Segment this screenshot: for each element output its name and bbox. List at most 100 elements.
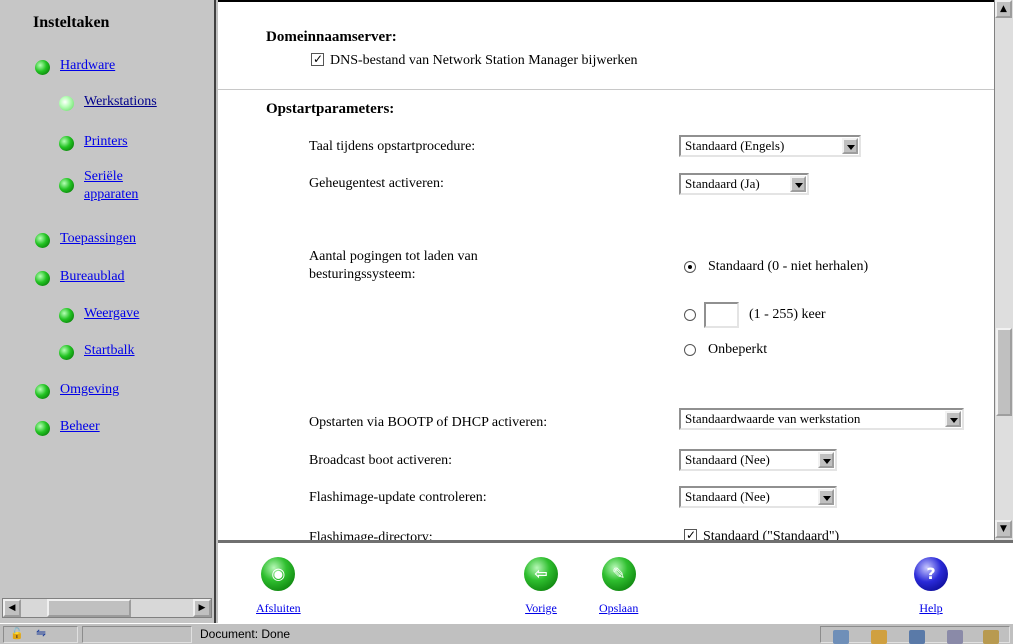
retries-option-unlimited[interactable]: Onbeperkt: [684, 342, 767, 358]
sidebar-link-toepassingen[interactable]: Toepassingen: [60, 230, 136, 248]
previous-link[interactable]: Vorige: [525, 601, 557, 616]
scrollbar-thumb[interactable]: [47, 599, 131, 617]
sidebar-item-toepassingen[interactable]: Toepassingen: [35, 230, 136, 248]
link-line-1: Seriële: [84, 169, 123, 184]
green-bullet-icon: [35, 271, 50, 286]
language-select-value: Standaard (Engels): [685, 138, 785, 153]
close-link[interactable]: Afsluiten: [256, 601, 301, 616]
composer-icon[interactable]: [947, 630, 963, 644]
sidebar-link-bureaublad[interactable]: Bureaublad: [60, 268, 125, 286]
sidebar-link-beheer[interactable]: Beheer: [60, 418, 100, 436]
green-bullet-icon: [35, 60, 50, 75]
language-label: Taal tijdens opstartprocedure:: [309, 139, 476, 154]
sidebar-link-seriele-apparaten[interactable]: Seriële apparaten: [84, 168, 138, 204]
sidebar-item-hardware[interactable]: Hardware: [35, 57, 115, 75]
boot-heading: Opstartparameters:: [266, 101, 395, 117]
radio-icon[interactable]: [684, 309, 696, 321]
sidebar-item-startbalk[interactable]: Startbalk: [59, 342, 135, 360]
memtest-select-value: Standaard (Ja): [685, 176, 760, 191]
status-bar: 🔓 ⇋ Document: Done: [0, 623, 1013, 644]
sidebar-link-startbalk[interactable]: Startbalk: [84, 342, 135, 360]
back-arrow-icon[interactable]: ⇦: [524, 557, 558, 591]
help-action[interactable]: ? Help: [914, 557, 948, 616]
broadcast-select-value: Standaard (Nee): [685, 452, 770, 467]
bootp-select-value: Standaardwaarde van werkstation: [685, 411, 861, 426]
retries-option-default[interactable]: Standaard (0 - niet herhalen): [684, 259, 868, 275]
retries-label: Aantal pogingen tot laden van besturings…: [309, 248, 478, 284]
flash-select[interactable]: Standaard (Nee): [679, 486, 837, 508]
sidebar-link-weergave[interactable]: Weergave: [84, 305, 139, 323]
active-bullet-icon: [59, 96, 74, 111]
sidebar-item-omgeving[interactable]: Omgeving: [35, 381, 119, 399]
scroll-right-button[interactable]: ▶: [193, 599, 211, 617]
chevron-down-icon[interactable]: [945, 411, 961, 427]
retries-option-range-label: (1 - 255) keer: [749, 307, 826, 322]
green-bullet-icon: [35, 421, 50, 436]
scroll-up-button[interactable]: ▲: [995, 0, 1012, 18]
retries-option-default-label: Standaard (0 - niet herhalen): [708, 259, 869, 274]
sidebar-link-werkstations[interactable]: Werkstations: [84, 93, 157, 111]
discussion-icon[interactable]: [909, 630, 925, 644]
lock-icon: 🔓: [10, 628, 24, 640]
link-line-2: apparaten: [84, 187, 139, 202]
retries-option-range[interactable]: (1 - 255) keer: [684, 302, 826, 328]
sidebar-item-seriele-apparaten[interactable]: Seriële apparaten: [59, 168, 138, 204]
sidebar-horizontal-scrollbar[interactable]: ◀ ▶: [2, 598, 212, 618]
chevron-down-icon[interactable]: [818, 489, 834, 505]
settings-frame: Domeinnaamserver: DNS-bestand van Networ…: [218, 0, 994, 540]
status-text: Document: Done: [200, 627, 291, 641]
retries-label-line-2: besturingssysteem:: [309, 267, 416, 282]
sidebar-link-omgeving[interactable]: Omgeving: [60, 381, 119, 399]
mail-icon[interactable]: [871, 630, 887, 644]
main-vertical-scrollbar[interactable]: ▲ ▼: [994, 0, 1013, 540]
dns-checkbox-row[interactable]: DNS-bestand van Network Station Manager …: [311, 50, 638, 70]
scroll-left-button[interactable]: ◀: [3, 599, 21, 617]
sidebar-link-printers[interactable]: Printers: [84, 133, 128, 151]
scrollbar-thumb[interactable]: [996, 328, 1012, 416]
save-icon[interactable]: ✎: [601, 557, 636, 591]
retries-count-input[interactable]: [704, 302, 739, 328]
sidebar-item-weergave[interactable]: Weergave: [59, 305, 139, 323]
flash-select-value: Standaard (Nee): [685, 489, 770, 504]
flashdir-checkbox[interactable]: [684, 526, 697, 540]
sidebar-link-hardware[interactable]: Hardware: [60, 57, 115, 75]
sidebar-item-bureaublad[interactable]: Bureaublad: [35, 268, 125, 286]
radio-icon[interactable]: [684, 344, 696, 356]
previous-action[interactable]: ⇦ Vorige: [524, 557, 558, 616]
broadcast-label: Broadcast boot activeren:: [309, 453, 453, 468]
bootp-label: Opstarten via BOOTP of DHCP activeren:: [309, 415, 548, 430]
sidebar-item-printers[interactable]: Printers: [59, 133, 128, 151]
flashdir-checkbox-row[interactable]: Standaard ("Standaard"): [684, 526, 840, 540]
chevron-down-icon[interactable]: [842, 138, 858, 154]
sidebar-item-werkstations[interactable]: Werkstations: [59, 93, 157, 111]
close-icon[interactable]: ◉: [261, 557, 296, 591]
green-bullet-icon: [35, 384, 50, 399]
dns-update-checkbox[interactable]: [311, 50, 324, 68]
sidebar-item-beheer[interactable]: Beheer: [35, 418, 100, 436]
navigator-icon[interactable]: [833, 630, 849, 644]
retries-label-line-1: Aantal pogingen tot laden van: [309, 249, 478, 264]
bootp-select[interactable]: Standaardwaarde van werkstation: [679, 408, 964, 430]
chevron-down-icon[interactable]: [790, 176, 806, 192]
task-sidebar: Insteltaken Hardware Werkstations Printe…: [0, 0, 216, 623]
language-select[interactable]: Standaard (Engels): [679, 135, 861, 157]
dns-checkbox-label: DNS-bestand van Network Station Manager …: [330, 53, 638, 68]
help-link[interactable]: Help: [919, 601, 942, 616]
scroll-down-button[interactable]: ▼: [995, 520, 1012, 538]
section-divider: [218, 89, 994, 90]
flash-label: Flashimage-update controleren:: [309, 490, 487, 505]
broadcast-select[interactable]: Standaard (Nee): [679, 449, 837, 471]
help-icon[interactable]: ?: [914, 557, 948, 591]
radio-selected-icon[interactable]: [684, 261, 696, 273]
memtest-label: Geheugentest activeren:: [309, 176, 444, 191]
edit-icon[interactable]: [983, 630, 999, 644]
chevron-down-icon[interactable]: [818, 452, 834, 468]
memtest-select[interactable]: Standaard (Ja): [679, 173, 809, 195]
save-link[interactable]: Opslaan: [599, 601, 638, 616]
green-bullet-icon: [35, 233, 50, 248]
save-action[interactable]: ✎ Opslaan: [599, 557, 638, 616]
sidebar-title: Insteltaken: [33, 14, 110, 31]
flashdir-checkbox-label: Standaard ("Standaard"): [703, 529, 840, 540]
close-action[interactable]: ◉ Afsluiten: [256, 557, 301, 616]
green-bullet-icon: [59, 136, 74, 151]
